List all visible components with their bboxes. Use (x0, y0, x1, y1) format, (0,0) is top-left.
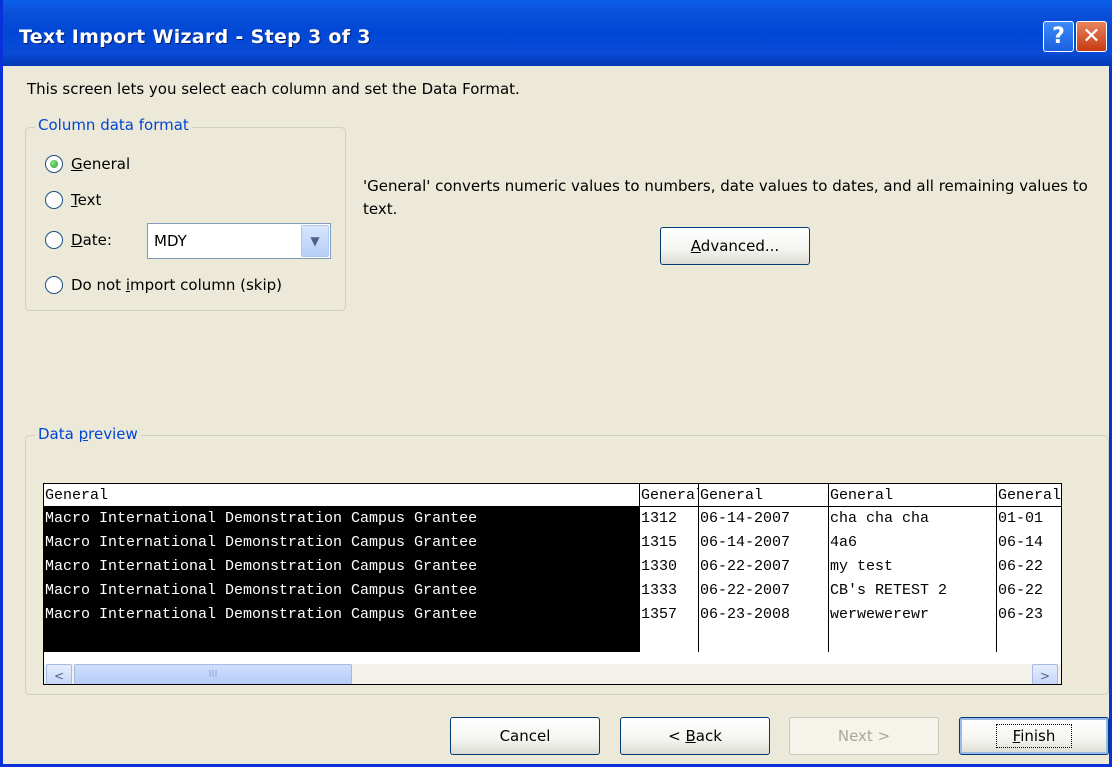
date-format-value: MDY (154, 232, 187, 250)
preview-cell: 1357 (641, 606, 678, 623)
next-button[interactable]: Next > (789, 717, 939, 755)
cancel-button[interactable]: Cancel (450, 717, 600, 755)
column-data-format-legend: Column data format (35, 116, 192, 134)
preview-cell: CB's RETEST 2 (830, 582, 948, 599)
preview-cell: 06-22-2007 (700, 558, 791, 575)
preview-cell: Macro International Demonstration Campus… (45, 606, 478, 623)
preview-cell: werwewerewr (830, 606, 930, 623)
preview-cell: 1315 (641, 534, 678, 551)
radio-text[interactable]: Text (45, 191, 101, 209)
format-description: 'General' converts numeric values to num… (363, 177, 1088, 218)
back-button[interactable]: < Back (620, 717, 770, 755)
help-button[interactable]: ? (1043, 21, 1074, 52)
preview-cell: 06-14 (998, 534, 1044, 551)
preview-cell: 06-22 (998, 558, 1044, 575)
data-preview-legend: Data preview (35, 425, 141, 443)
chevron-down-icon[interactable]: ▼ (301, 225, 329, 257)
column-header[interactable]: General (640, 484, 698, 507)
column-header[interactable]: General (44, 484, 639, 507)
preview-cell: 06-23 (998, 606, 1044, 623)
title-bar[interactable]: Text Import Wizard - Step 3 of 3 ? ✕ (3, 0, 1112, 66)
preview-cell: 01-01 (998, 510, 1044, 527)
radio-general-button[interactable] (45, 155, 63, 173)
radio-skip[interactable]: Do not import column (skip) (45, 276, 282, 294)
radio-text-button[interactable] (45, 191, 63, 209)
intro-text: This screen lets you select each column … (27, 80, 520, 98)
preview-cell: 06-23-2008 (700, 606, 791, 623)
preview-cell: Macro International Demonstration Campus… (45, 558, 478, 575)
preview-cell: 1333 (641, 582, 678, 599)
radio-text-label: Text (71, 191, 102, 209)
horizontal-scroll-thumb[interactable]: III (74, 664, 352, 684)
preview-column-2[interactable]: General 1312 1315 1330 1333 1357 (640, 484, 699, 652)
horizontal-scrollbar[interactable]: < III > (44, 664, 1061, 684)
window-title: Text Import Wizard - Step 3 of 3 (19, 26, 371, 48)
preview-cell: Macro International Demonstration Campus… (45, 582, 478, 599)
preview-column-1[interactable]: General Macro International Demonstration… (44, 484, 640, 652)
preview-column-4[interactable]: General cha cha cha 4a6 my test CB's RETEST … (829, 484, 997, 652)
data-preview-grid[interactable]: General Macro International Demonstration… (43, 483, 1062, 685)
preview-cell: 1312 (641, 510, 678, 527)
column-header[interactable]: General (829, 484, 996, 507)
preview-cell: 06-22-2007 (700, 582, 791, 599)
radio-date[interactable]: Date: (45, 231, 112, 249)
radio-general-label: General (71, 155, 131, 173)
text-import-wizard-dialog: Text Import Wizard - Step 3 of 3 ? ✕ Thi… (0, 0, 1112, 767)
radio-skip-button[interactable] (45, 276, 63, 294)
radio-date-label: Date: (71, 231, 112, 249)
scroll-left-button[interactable]: < (46, 664, 72, 684)
scroll-right-button[interactable]: > (1032, 664, 1058, 684)
preview-cell: 06-14-2007 (700, 534, 791, 551)
preview-cell: my test (830, 558, 894, 575)
radio-general[interactable]: General (45, 155, 130, 173)
radio-skip-label: Do not import column (skip) (71, 276, 283, 294)
preview-column-3[interactable]: General 06-14-2007 06-14-2007 06-22-2007 06-… (699, 484, 829, 652)
preview-column-5[interactable]: General 01-01 06-14 06-22 06-22 06-23 (997, 484, 1061, 652)
finish-button[interactable]: Finish (959, 717, 1109, 755)
advanced-button[interactable]: Advanced... (660, 227, 810, 265)
close-button[interactable]: ✕ (1076, 21, 1107, 52)
preview-cell: 06-22 (998, 582, 1044, 599)
preview-cell: 4a6 (830, 534, 858, 551)
column-header[interactable]: General (997, 484, 1061, 507)
radio-date-button[interactable] (45, 231, 63, 249)
preview-cell: cha cha cha (830, 510, 930, 527)
column-header[interactable]: General (699, 484, 828, 507)
date-format-select[interactable]: MDY ▼ (147, 223, 331, 259)
preview-cell: Macro International Demonstration Campus… (45, 534, 478, 551)
preview-cell: 1330 (641, 558, 678, 575)
preview-cell: 06-14-2007 (700, 510, 791, 527)
preview-cell: Macro International Demonstration Campus… (45, 510, 478, 527)
